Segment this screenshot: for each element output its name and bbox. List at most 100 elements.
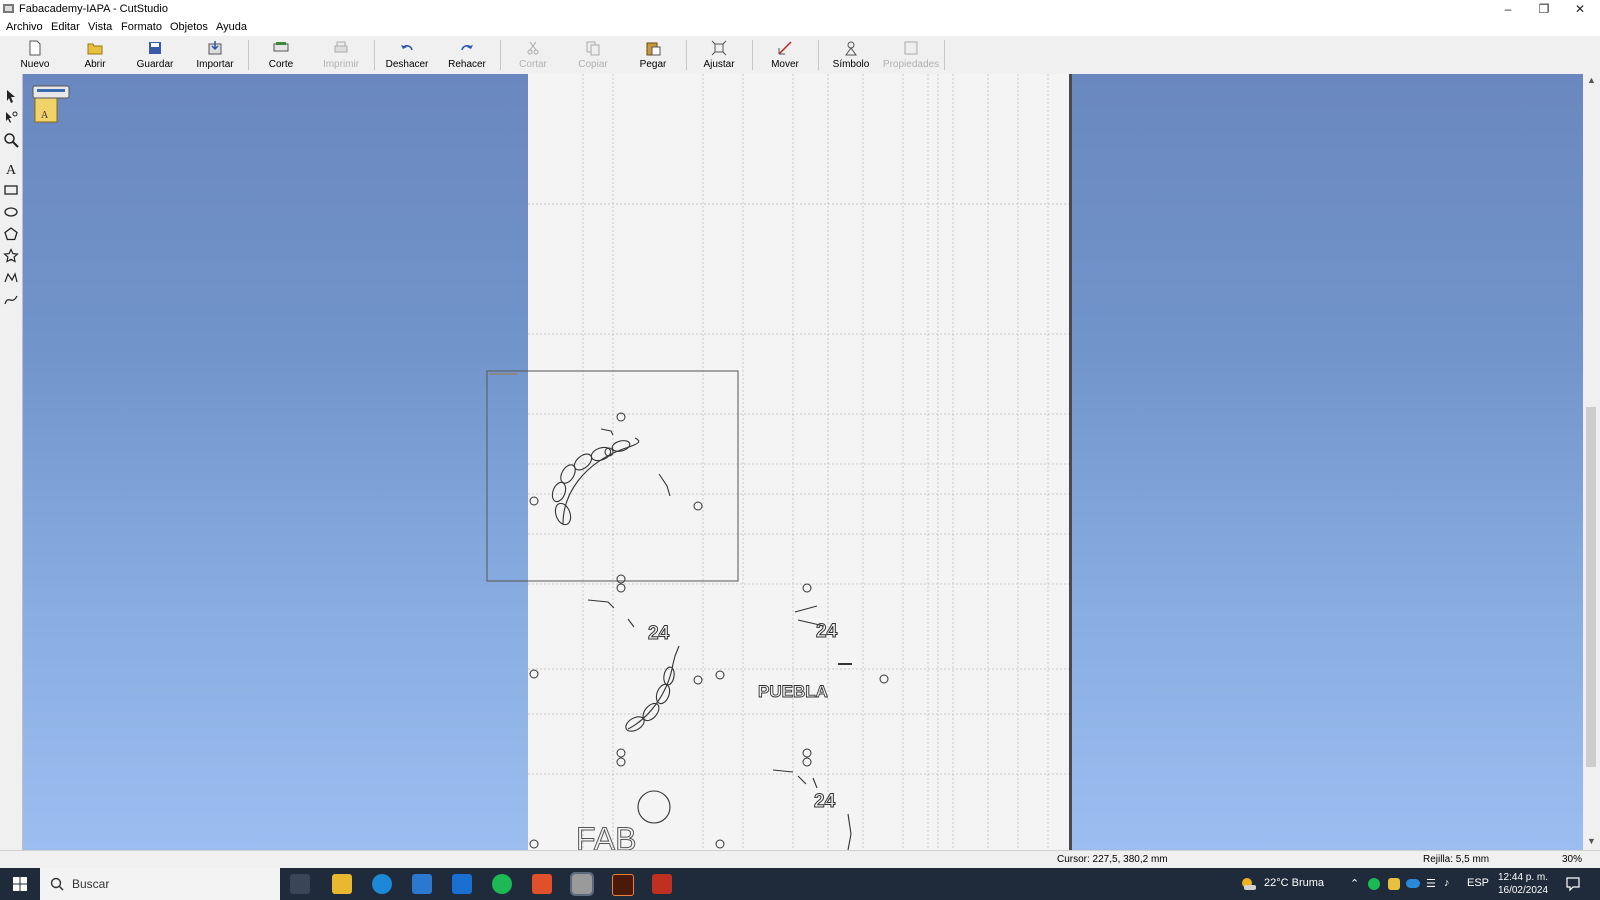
toolbar: Nuevo Abrir Guardar Importar Corte Impri… xyxy=(0,36,1600,75)
menu-formato[interactable]: Formato xyxy=(121,21,162,33)
spotify-tray-icon[interactable] xyxy=(1368,878,1380,890)
onedrive-icon[interactable] xyxy=(1406,879,1420,888)
number-24: 24 xyxy=(648,623,670,644)
cutstudio-app-icon[interactable] xyxy=(570,872,594,896)
language-indicator[interactable]: ESP xyxy=(1467,877,1489,889)
windows-start-icon[interactable] xyxy=(0,868,40,900)
move-icon xyxy=(778,41,792,55)
edge-browser-icon[interactable] xyxy=(372,874,392,894)
circle-shape xyxy=(637,790,671,824)
rectangle-tool-icon[interactable] xyxy=(3,182,19,198)
polyline-tool-icon[interactable] xyxy=(3,270,19,286)
corte-button[interactable]: Corte xyxy=(252,38,310,72)
taskbar-search[interactable]: Buscar xyxy=(40,868,280,900)
close-button[interactable]: ✕ xyxy=(1562,0,1598,18)
menu-ayuda[interactable]: Ayuda xyxy=(216,21,247,33)
select-arrow-icon[interactable] xyxy=(3,88,19,104)
clock[interactable]: 12:44 p. m. 16/02/2024 xyxy=(1493,871,1553,897)
properties-icon xyxy=(904,41,918,55)
star-tool-icon[interactable] xyxy=(3,248,19,264)
grid-lines xyxy=(528,74,1069,850)
menu-objetos[interactable]: Objetos xyxy=(170,21,208,33)
laurel-branch xyxy=(625,645,680,732)
zoom-level: 30% xyxy=(1562,854,1583,865)
grid-size: Rejilla: 5,5 mm xyxy=(1423,854,1490,865)
open-folder-icon xyxy=(87,43,103,55)
nuevo-button[interactable]: Nuevo xyxy=(6,38,64,72)
pegar-label: Pegar xyxy=(639,59,667,70)
zoom-icon[interactable] xyxy=(3,132,19,148)
text-tool-icon[interactable]: A xyxy=(3,160,19,176)
menu-vista[interactable]: Vista xyxy=(88,21,112,33)
notifications-icon[interactable] xyxy=(1565,876,1581,892)
cortar-button[interactable]: Cortar xyxy=(504,38,562,72)
search-placeholder: Buscar xyxy=(72,877,110,891)
fit-icon xyxy=(711,40,727,56)
polygon-tool-icon[interactable] xyxy=(3,226,19,242)
scroll-up-arrow-icon[interactable]: ▲ xyxy=(1583,75,1600,85)
illustrator-icon[interactable] xyxy=(612,874,634,896)
ajustar-label: Ajustar xyxy=(703,59,735,70)
ellipse-tool-icon[interactable] xyxy=(3,204,19,220)
rehacer-button[interactable]: Rehacer xyxy=(438,38,496,72)
app-icon xyxy=(3,4,14,13)
toolbar-separator xyxy=(686,40,687,70)
node-edit-icon[interactable] xyxy=(3,110,19,126)
pinned-app-icon[interactable] xyxy=(652,874,672,894)
toolbar-separator xyxy=(752,40,753,70)
minimize-button[interactable]: – xyxy=(1490,0,1526,18)
file-explorer-icon[interactable] xyxy=(332,874,352,894)
print-icon xyxy=(334,41,348,53)
deshacer-label: Deshacer xyxy=(385,59,429,70)
spotify-icon[interactable] xyxy=(492,874,512,894)
importar-label: Importar xyxy=(196,59,234,70)
tray-app-icon[interactable] xyxy=(1388,878,1400,890)
curve-tool-icon[interactable] xyxy=(3,292,19,308)
propiedades-button[interactable]: Propiedades xyxy=(882,38,940,72)
speaker-icon[interactable]: ♪ xyxy=(1444,877,1450,889)
abrir-button[interactable]: Abrir xyxy=(66,38,124,72)
taskbar: Buscar 22°C Bruma ⌃ ☰ ♪ ESP 12:44 p. m. … xyxy=(0,868,1600,900)
simbolo-button[interactable]: Símbolo xyxy=(822,38,880,72)
store-icon[interactable] xyxy=(412,874,432,894)
status-bar: Cursor: 227,5, 380,2 mm Rejilla: 5,5 mm … xyxy=(0,850,1600,869)
title-bar: Fabacademy-IAPA - CutStudio – ❐ ✕ xyxy=(0,0,1600,18)
cut-design[interactable]: 24 24 24 PUEBLA FAB xyxy=(23,74,1583,850)
show-hidden-icons-chevron-icon[interactable]: ⌃ xyxy=(1350,877,1359,890)
task-view-icon[interactable] xyxy=(290,874,310,894)
copy-icon xyxy=(586,41,600,56)
toolbar-separator xyxy=(944,40,945,70)
puebla-text: PUEBLA xyxy=(758,682,828,701)
deshacer-button[interactable]: Deshacer xyxy=(378,38,436,72)
menu-editar[interactable]: Editar xyxy=(51,21,80,33)
menu-archivo[interactable]: Archivo xyxy=(6,21,43,33)
vertical-scrollbar[interactable]: ▲ ▼ xyxy=(1583,74,1600,850)
corte-label: Corte xyxy=(268,59,294,70)
number-24: 24 xyxy=(814,791,836,812)
weather-text[interactable]: 22°C Bruma xyxy=(1264,877,1324,889)
mail-icon[interactable] xyxy=(452,874,472,894)
guardar-label: Guardar xyxy=(136,59,174,70)
toolbar-separator xyxy=(248,40,249,70)
copiar-label: Copiar xyxy=(578,59,608,70)
imprimir-button[interactable]: Imprimir xyxy=(312,38,370,72)
canvas-workspace[interactable]: A 24 24 24 PUEBLA FAB xyxy=(23,74,1583,850)
laurel-branch xyxy=(551,428,671,526)
restore-button[interactable]: ❐ xyxy=(1526,0,1562,18)
rehacer-label: Rehacer xyxy=(448,59,486,70)
brave-browser-icon[interactable] xyxy=(532,874,552,894)
scroll-thumb[interactable] xyxy=(1586,407,1596,767)
importar-button[interactable]: Importar xyxy=(186,38,244,72)
save-icon xyxy=(149,42,161,54)
undo-icon xyxy=(401,45,413,51)
mover-button[interactable]: Mover xyxy=(756,38,814,72)
guardar-button[interactable]: Guardar xyxy=(126,38,184,72)
toolbar-separator xyxy=(818,40,819,70)
pegar-button[interactable]: Pegar xyxy=(624,38,682,72)
propiedades-label: Propiedades xyxy=(882,59,940,70)
scroll-down-arrow-icon[interactable]: ▼ xyxy=(1583,836,1600,846)
wifi-icon[interactable]: ☰ xyxy=(1426,877,1436,890)
ajustar-button[interactable]: Ajustar xyxy=(690,38,748,72)
toolbar-separator xyxy=(374,40,375,70)
copiar-button[interactable]: Copiar xyxy=(564,38,622,72)
